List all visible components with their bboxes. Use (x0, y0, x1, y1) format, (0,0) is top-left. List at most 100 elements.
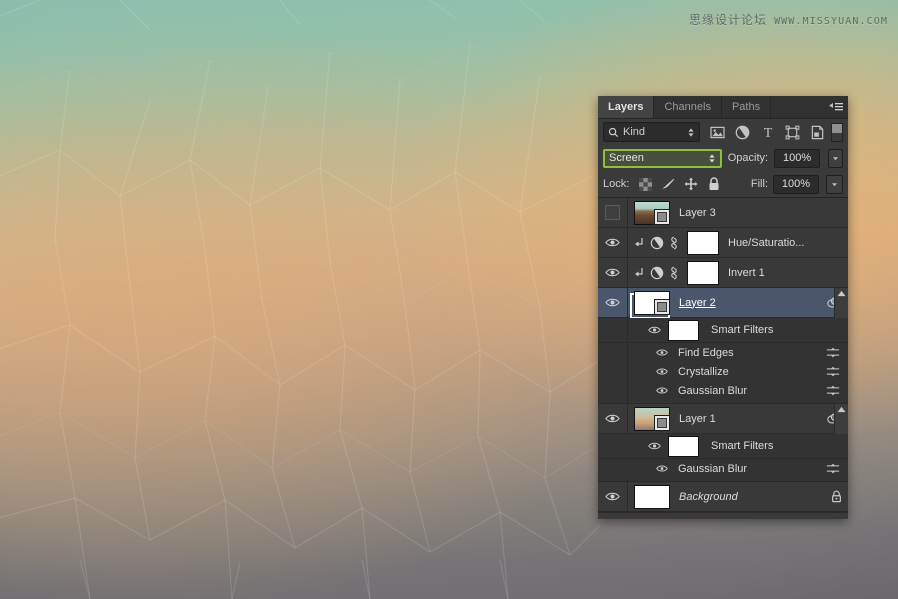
tab-layers[interactable]: Layers (598, 96, 655, 118)
layer-row-invert-1[interactable]: Invert 1 (598, 258, 848, 288)
smart-filter-name-gaussian-blur-layer-2[interactable]: Gaussian Blur (678, 385, 747, 397)
visibility-toggle-smart-filters-layer-1[interactable] (646, 441, 662, 451)
layer-mask-thumbnail-invert-1[interactable] (687, 260, 719, 285)
layer-thumbnail-layer-2[interactable] (634, 290, 670, 315)
clipping-mask-arrow-icon (632, 237, 646, 249)
adjustment-layer-icon (648, 236, 665, 250)
layer-thumbnail-layer-3[interactable] (634, 200, 670, 225)
clipping-mask-arrow-icon (632, 267, 646, 279)
smart-filters-header-layer-1[interactable]: Smart Filters (598, 434, 848, 459)
smart-filters-group-layer-1: Smart Filters Gaussian Blur (598, 198, 848, 512)
smart-object-badge (654, 414, 670, 431)
smart-filter-name-gaussian-blur-layer-1[interactable]: Gaussian Blur (678, 463, 747, 475)
layer-mask-thumbnail-hue-saturation[interactable] (687, 230, 719, 255)
layer-row-background[interactable]: Background (598, 482, 848, 512)
eye-icon (656, 349, 668, 356)
lock-transparent-pixels-icon[interactable] (638, 177, 652, 191)
filter-blending-options-icon-gaussian-blur-layer-2[interactable] (826, 385, 840, 396)
panel-menu-button[interactable] (824, 96, 848, 118)
search-icon (608, 127, 619, 137)
opacity-value-field[interactable]: 100% (774, 148, 821, 168)
layer-name-layer-3[interactable]: Layer 3 (679, 207, 716, 219)
smart-filter-row-crystallize[interactable]: Crystallize (598, 362, 848, 381)
panel-menu-icon (829, 103, 843, 111)
panel-tab-bar: Layers Channels Paths (598, 96, 848, 119)
layer-row-hue-saturation[interactable]: Hue/Saturatio... (598, 228, 848, 258)
visibility-toggle-crystallize[interactable] (654, 367, 670, 376)
lock-row: Lock: Fill: 100% (598, 171, 848, 198)
chevron-down-icon (832, 182, 837, 186)
smart-filter-name-crystallize[interactable]: Crystallize (678, 366, 729, 378)
layer-name-layer-1[interactable]: Layer 1 (679, 413, 716, 425)
opacity-label: Opacity: (727, 152, 769, 164)
smart-filters-header-layer-2[interactable]: Smart Filters (598, 318, 848, 343)
layer-row-right-icons-background (831, 490, 848, 503)
opacity-stepper-button[interactable] (828, 148, 843, 168)
smart-object-badge (654, 208, 670, 225)
fill-value-field[interactable]: 100% (773, 174, 819, 194)
layer-row-layer-2[interactable]: Layer 2 (598, 288, 848, 319)
smart-filter-row-find-edges[interactable]: Find Edges (598, 343, 848, 362)
adjustment-layer-icon (648, 266, 665, 280)
smart-filter-mask-thumbnail-layer-2[interactable] (668, 319, 699, 341)
layer-name-background[interactable]: Background (679, 491, 738, 503)
eye-icon (647, 326, 661, 334)
svg-text:T: T (764, 126, 773, 139)
kind-stepper-icon (688, 127, 694, 137)
tab-bar-spacer (771, 96, 824, 118)
smart-filter-mask-thumbnail-layer-1[interactable] (668, 435, 699, 457)
visibility-toggle-gaussian-blur-layer-2[interactable] (654, 386, 670, 395)
layer-thumbnail-background[interactable] (634, 484, 670, 509)
visibility-toggle-smart-filters-layer-2[interactable] (646, 325, 662, 335)
layer-row-layer-1[interactable]: Layer 1 (598, 404, 848, 435)
adjustment-layer-filter-icon[interactable] (734, 124, 751, 141)
smart-object-filter-icon[interactable] (809, 124, 826, 141)
eye-icon (647, 442, 661, 450)
fill-label: Fill: (750, 178, 768, 190)
blend-mode-row: Screen Opacity: 100% (598, 145, 848, 171)
visibility-toggle-background[interactable] (598, 482, 628, 511)
smart-filter-row-gaussian-blur-layer-2[interactable]: Gaussian Blur (598, 381, 848, 400)
filter-blending-options-icon-find-edges[interactable] (826, 347, 840, 358)
tab-channels[interactable]: Channels (654, 96, 722, 118)
layer-name-invert-1[interactable]: Invert 1 (728, 267, 765, 279)
layer-list-scrollbar-down[interactable] (834, 404, 848, 435)
visibility-toggle-gaussian-blur-layer-1[interactable] (654, 464, 670, 473)
fill-stepper-button[interactable] (826, 174, 843, 194)
eye-icon (605, 492, 620, 501)
eye-icon (656, 368, 668, 375)
filter-blending-options-icon-crystallize[interactable] (826, 366, 840, 377)
layer-mask-link-icon[interactable] (667, 266, 681, 280)
layer-thumbnail-layer-1[interactable] (634, 406, 670, 431)
background-lock-icon[interactable] (831, 490, 842, 503)
filter-toggle-switch[interactable] (831, 122, 843, 142)
pixel-layer-filter-icon[interactable] (709, 124, 726, 141)
kind-filter-label: Kind (623, 126, 646, 138)
blend-mode-select[interactable]: Screen (603, 148, 722, 168)
tab-paths[interactable]: Paths (721, 96, 772, 118)
shape-layer-filter-icon[interactable] (784, 124, 801, 141)
chevron-down-icon (833, 156, 839, 160)
layer-mask-link-icon[interactable] (667, 236, 681, 250)
smart-filters-label-layer-1: Smart Filters (711, 440, 774, 452)
kind-filter-select[interactable]: Kind (603, 122, 701, 142)
layer-name-layer-2[interactable]: Layer 2 (679, 297, 716, 309)
layer-row-layer-3[interactable]: Layer 3 (598, 198, 848, 228)
type-layer-filter-icon[interactable]: T (759, 124, 776, 141)
layer-filter-row: Kind T (598, 119, 848, 145)
lock-position-icon[interactable] (684, 177, 698, 191)
smart-filters-group-layer-2: Smart Filters Find Edges Crystallize Gau… (598, 198, 848, 512)
lock-image-pixels-icon[interactable] (661, 177, 675, 191)
smart-filter-row-gaussian-blur-layer-1[interactable]: Gaussian Blur (598, 459, 848, 478)
filter-blending-options-icon-gaussian-blur-layer-1[interactable] (826, 463, 840, 474)
eye-icon (656, 387, 668, 394)
filter-type-icon-group: T (709, 124, 826, 141)
blend-stepper-icon (709, 153, 715, 163)
layer-name-hue-saturation[interactable]: Hue/Saturatio... (728, 237, 804, 249)
panel-bottom-edge (598, 512, 848, 519)
visibility-toggle-find-edges[interactable] (654, 348, 670, 357)
layer-list-scrollbar-up[interactable] (834, 288, 848, 319)
smart-filter-name-find-edges[interactable]: Find Edges (678, 347, 734, 359)
layers-panel: Layers Channels Paths Kind T Screen Opac… (598, 96, 848, 519)
lock-all-icon[interactable] (707, 177, 721, 191)
